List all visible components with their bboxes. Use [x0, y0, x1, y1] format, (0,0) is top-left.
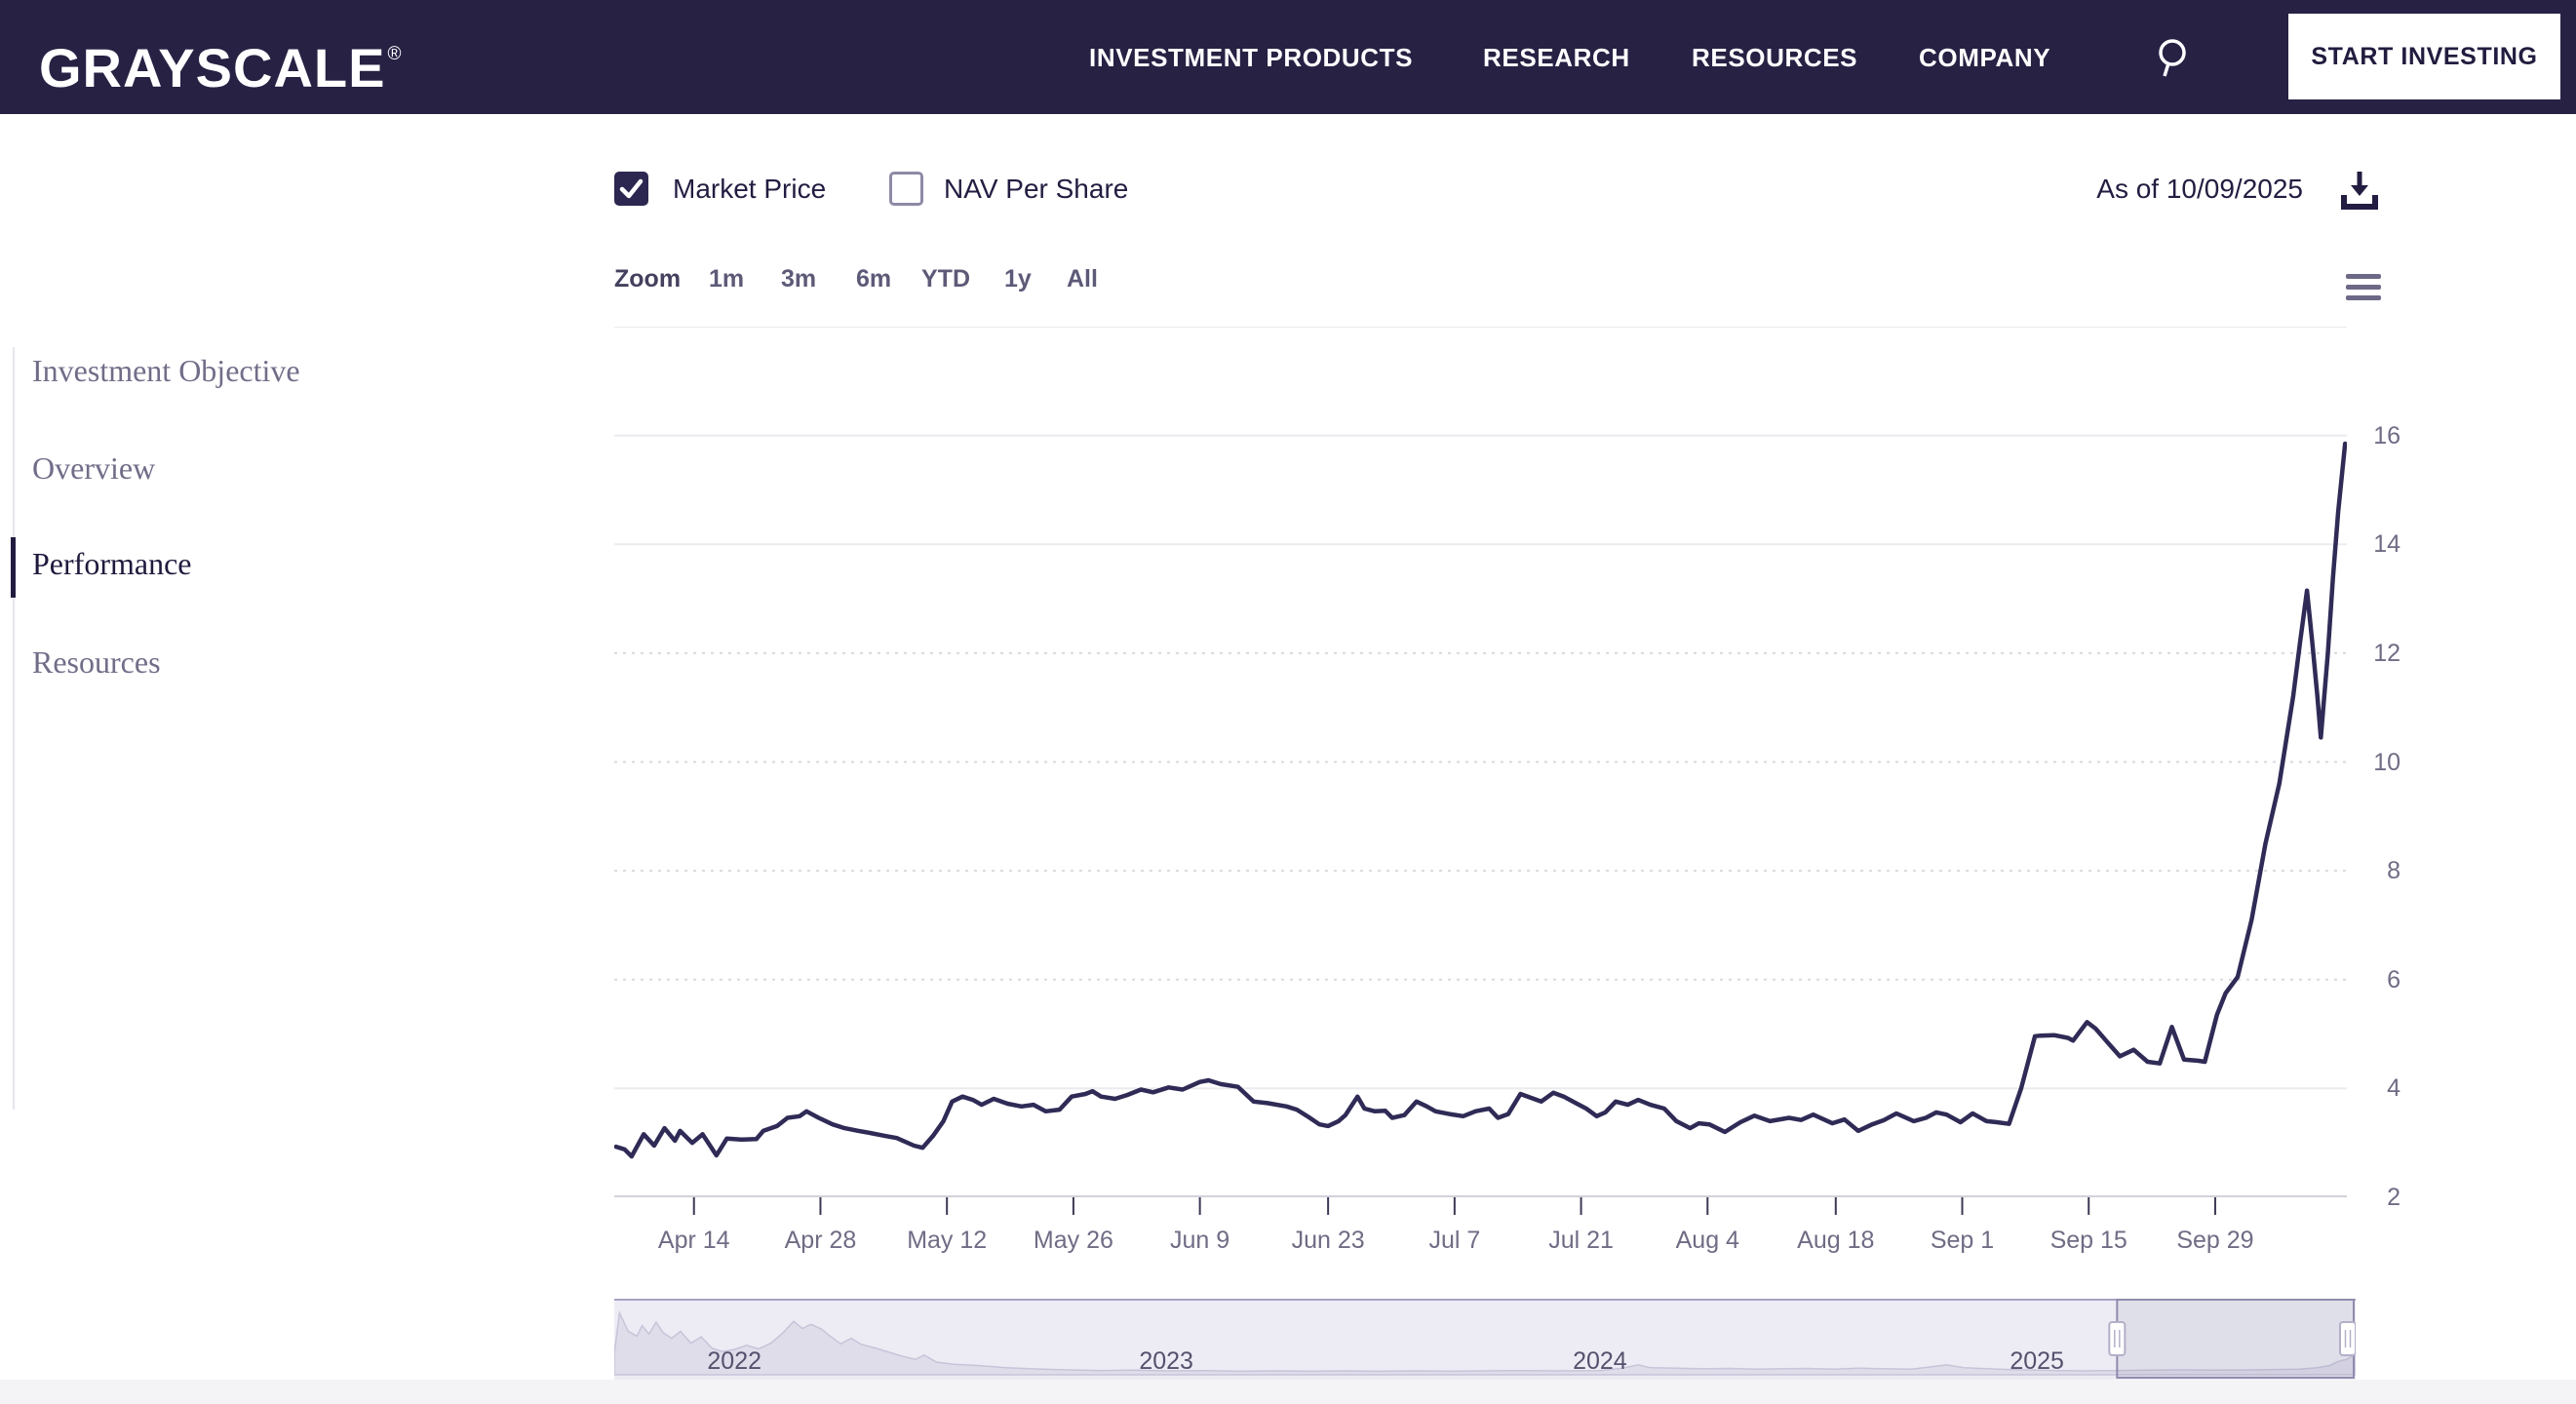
range-button-3m[interactable]: 3m [781, 265, 816, 293]
market-price-label[interactable]: Market Price [673, 172, 826, 206]
x-axis-label: Sep 29 [2176, 1227, 2253, 1254]
chart-navigator[interactable]: 2022 2023 2024 2025 [614, 1299, 2356, 1380]
sidebar-rule [13, 347, 15, 1110]
x-axis-label: May 26 [1034, 1227, 1113, 1254]
y-axis-label: 8 [2356, 856, 2400, 885]
x-axis-label: Apr 14 [658, 1227, 730, 1254]
x-axis-label: Jun 23 [1292, 1227, 1365, 1254]
x-axis-label: Aug 18 [1797, 1227, 1874, 1254]
x-axis-label: Jun 9 [1170, 1227, 1229, 1254]
navigator-selected-range[interactable] [2117, 1300, 2354, 1378]
nav-per-share-checkbox[interactable] [889, 172, 923, 206]
start-investing-button[interactable]: START INVESTING [2288, 14, 2560, 99]
search-icon[interactable] [2153, 35, 2198, 80]
sidebar-item-overview[interactable]: Overview [32, 450, 155, 487]
checkmark-icon [614, 172, 648, 206]
navigator-left-handle[interactable] [2109, 1322, 2125, 1355]
zoom-label: Zoom [614, 265, 681, 293]
range-button-1m[interactable]: 1m [709, 265, 744, 293]
range-button-ytd[interactable]: YTD [921, 265, 970, 293]
as-of-date: As of 10/09/2025 [2069, 168, 2303, 211]
registered-mark: ® [387, 44, 402, 64]
sidebar-item-resources[interactable]: Resources [32, 644, 161, 681]
sidebar-item-performance[interactable]: Performance [32, 546, 191, 582]
grayscale-logo[interactable]: GRAYSCALE® [39, 25, 402, 98]
sidebar-active-indicator [11, 537, 16, 598]
y-axis-label: 14 [2356, 529, 2400, 559]
bottom-strip [0, 1380, 2576, 1404]
navigator-year-label: 2023 [1139, 1347, 1193, 1375]
x-axis-label: Sep 15 [2050, 1227, 2127, 1254]
navigator-year-label: 2024 [1573, 1347, 1627, 1375]
y-axis-label: 4 [2356, 1073, 2400, 1103]
logo-text: GRAYSCALE [39, 37, 385, 98]
hamburger-menu-icon[interactable] [2346, 274, 2381, 300]
navigator-year-label: 2025 [2010, 1347, 2064, 1375]
y-axis-label: 12 [2356, 639, 2400, 668]
nav-per-share-label[interactable]: NAV Per Share [944, 172, 1128, 206]
nav-investment-products[interactable]: INVESTMENT PRODUCTS [1089, 43, 1413, 73]
nav-resources[interactable]: RESOURCES [1692, 43, 1857, 73]
x-axis-label: May 12 [907, 1227, 987, 1254]
y-axis-label: 2 [2356, 1183, 2400, 1212]
range-button-all[interactable]: All [1067, 265, 1098, 293]
download-icon[interactable] [2336, 166, 2383, 213]
x-axis-label: Apr 28 [785, 1227, 857, 1254]
nav-company[interactable]: COMPANY [1919, 43, 2050, 73]
y-axis-label: 16 [2356, 421, 2400, 450]
navigator-year-label: 2022 [707, 1347, 761, 1375]
market-price-checkbox[interactable] [614, 172, 648, 206]
market-price-series [616, 444, 2345, 1156]
y-axis-label: 6 [2356, 965, 2400, 994]
sidebar-item-investment-objective[interactable]: Investment Objective [32, 353, 300, 389]
x-axis-label: Jul 7 [1428, 1227, 1480, 1254]
y-axis-label: 10 [2356, 748, 2400, 777]
range-button-6m[interactable]: 6m [856, 265, 891, 293]
x-axis-label: Sep 1 [1931, 1227, 1994, 1254]
nav-research[interactable]: RESEARCH [1483, 43, 1630, 73]
performance-chart[interactable]: Apr 14 Apr 28 May 12 May 26 Jun 9 Jun 23 Jul 7… [614, 327, 2347, 1268]
range-button-1y[interactable]: 1y [1004, 265, 1032, 293]
x-axis-label: Jul 21 [1548, 1227, 1614, 1254]
top-nav-bar: GRAYSCALE® INVESTMENT PRODUCTS RESEARCH … [0, 0, 2576, 114]
navigator-right-handle[interactable] [2340, 1322, 2356, 1355]
x-axis-label: Aug 4 [1676, 1227, 1739, 1254]
